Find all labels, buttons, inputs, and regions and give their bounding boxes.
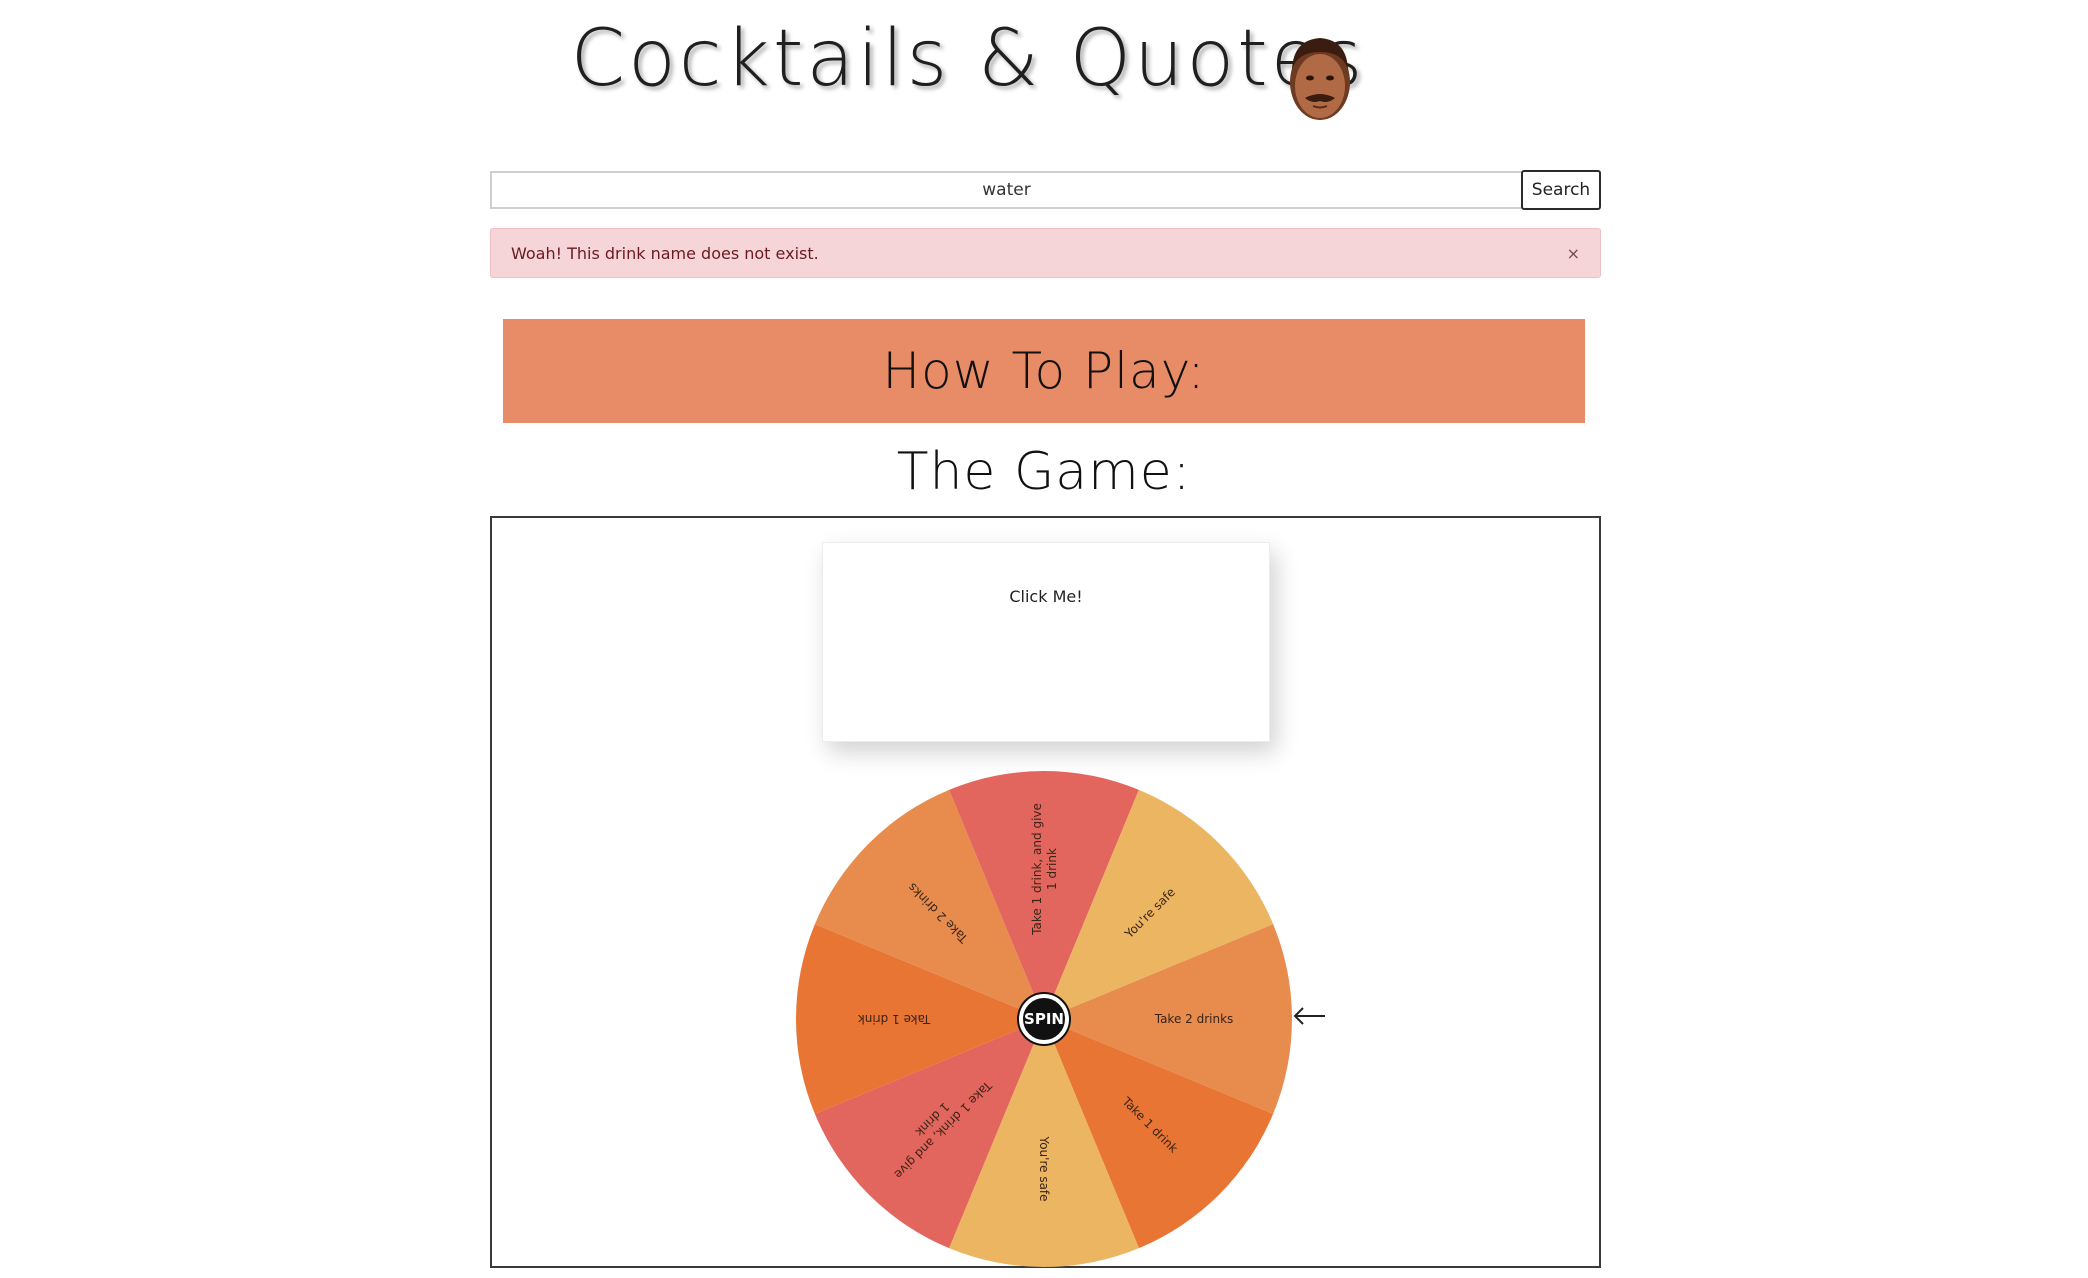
arrow-left-icon [1293, 1007, 1325, 1025]
search-button[interactable]: Search [1521, 170, 1601, 210]
wheel-segment-label: You're safe [1037, 1135, 1051, 1201]
card-label: Click Me! [1009, 587, 1083, 606]
quote-card[interactable]: Click Me! [822, 542, 1270, 742]
search-input[interactable] [490, 171, 1521, 209]
game-title: The Game: [896, 442, 1192, 502]
how-to-play-title: How To Play: [882, 342, 1206, 400]
spin-button[interactable]: SPIN [1019, 994, 1069, 1044]
error-alert: Woah! This drink name does not exist. × [490, 228, 1601, 278]
close-icon[interactable]: × [1567, 244, 1580, 263]
alert-message: Woah! This drink name does not exist. [511, 243, 819, 263]
man-face-icon [1290, 38, 1350, 120]
site-title: Cocktails & Quotes [570, 14, 1366, 104]
wheel-segment-label: Take 1 drink [858, 1012, 931, 1026]
how-to-play-banner[interactable]: How To Play: [503, 319, 1585, 423]
wheel-segment-label: Take 2 drinks [1154, 1012, 1234, 1026]
search-bar: Search [490, 170, 1601, 210]
